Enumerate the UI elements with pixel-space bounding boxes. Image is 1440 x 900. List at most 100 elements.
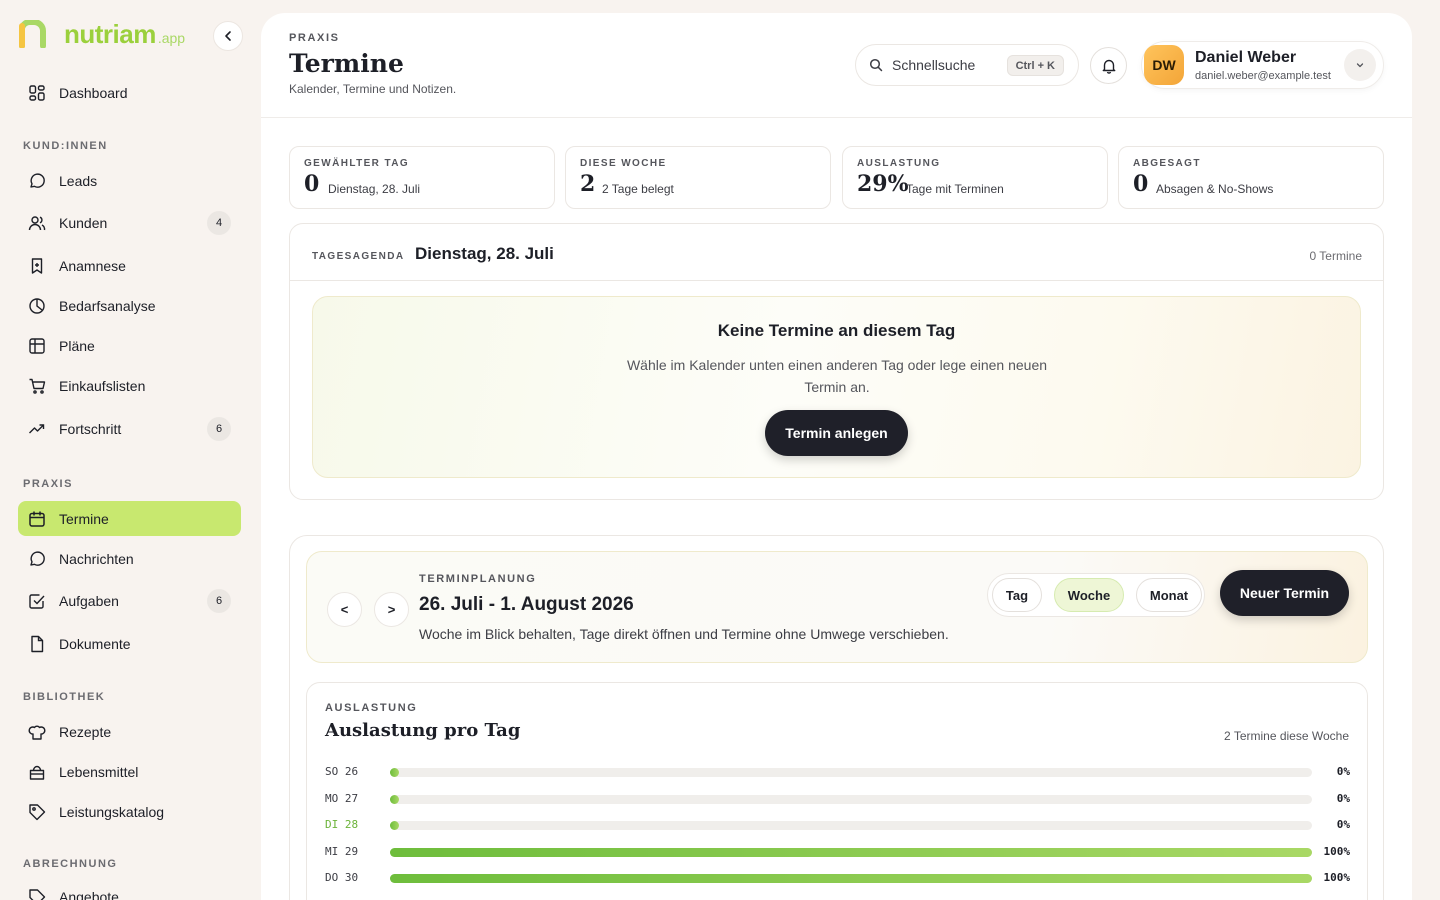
sidebar-item-leads[interactable]: Leads — [18, 163, 241, 198]
kpi-description: 2 Tage belegt — [602, 182, 674, 196]
chevron-down-icon — [1356, 63, 1364, 68]
kpi-card-cancelled: ABGESAGT 0 Absagen & No-Shows — [1118, 146, 1384, 209]
section-heading: PRAXIS — [23, 478, 73, 490]
page-subtitle: Kalender, Termine und Notizen. — [289, 82, 457, 96]
shortcut-hint: Ctrl + K — [1006, 55, 1064, 76]
sidebar-item-nachrichten[interactable]: Nachrichten — [18, 541, 241, 576]
utilization-meta: 2 Termine diese Woche — [1224, 729, 1349, 743]
user-email: daniel.weber@example.test — [1195, 70, 1331, 82]
kpi-label: GEWÄHLTER TAG — [304, 158, 410, 169]
sidebar-item-aufgaben[interactable]: Aufgaben 6 — [18, 583, 241, 618]
sidebar-item-bedarfsanalyse[interactable]: Bedarfsanalyse — [18, 288, 241, 323]
clock-icon — [28, 297, 46, 315]
prev-week-button[interactable]: < — [327, 592, 362, 627]
new-appointment-button[interactable]: Neuer Termin — [1220, 570, 1349, 616]
utilization-track — [390, 821, 1312, 831]
sidebar-item-label: Lebensmittel — [59, 763, 139, 780]
kpi-label: DIESE WOCHE — [580, 158, 667, 169]
utilization-percent: 0% — [1336, 818, 1350, 832]
page-header: PRAXIS Termine Kalender, Termine und Not… — [261, 13, 1412, 118]
kpi-description: Absagen & No-Shows — [1156, 182, 1274, 196]
sidebar-item-plaene[interactable]: Pläne — [18, 328, 241, 363]
agenda-date: Dienstag, 28. Juli — [415, 244, 554, 263]
logo-icon — [19, 20, 46, 48]
agenda-header: TAGESAGENDA Dienstag, 28. Juli 0 Termine — [290, 224, 1383, 281]
page-eyebrow: PRAXIS — [289, 32, 340, 44]
user-name: Daniel Weber — [1195, 49, 1297, 66]
sidebar-item-label: Anamnese — [59, 257, 126, 274]
sidebar-item-label: Dokumente — [59, 635, 131, 652]
chef-hat-icon — [28, 723, 46, 741]
grid-icon — [28, 84, 46, 102]
sidebar-item-label: Fortschritt — [59, 420, 122, 437]
sidebar-item-label: Pläne — [59, 337, 95, 354]
empty-state: Keine Termine an diesem Tag Wähle im Kal… — [312, 296, 1361, 478]
utilization-fill — [390, 794, 399, 804]
kpi-value: 2 — [580, 171, 596, 197]
brand-logo[interactable]: nutriam .app — [18, 20, 185, 48]
sidebar-item-angebote[interactable]: Angebote — [18, 879, 241, 900]
sidebar-item-einkaufslisten[interactable]: Einkaufslisten — [18, 368, 241, 403]
utilization-row[interactable]: DO 30 100% — [325, 871, 1350, 885]
create-appointment-button[interactable]: Termin anlegen — [765, 410, 908, 456]
avatar: DW — [1144, 45, 1184, 85]
check-square-icon — [28, 592, 46, 610]
utilization-fill — [390, 847, 1312, 857]
user-menu-toggle[interactable] — [1344, 49, 1376, 81]
calendar-icon — [28, 510, 46, 528]
sidebar-item-fortschritt[interactable]: Fortschritt 6 — [18, 411, 241, 446]
view-day-button[interactable]: Tag — [992, 578, 1042, 612]
utilization-fill — [390, 821, 399, 831]
file-icon — [28, 635, 46, 653]
view-month-button[interactable]: Monat — [1136, 578, 1202, 612]
utilization-percent: 100% — [1323, 871, 1351, 885]
sidebar: nutriam .app Dashboard KUND:INNEN Leads … — [0, 0, 260, 900]
utilization-card: AUSLASTUNG Auslastung pro Tag 2 Termine … — [306, 682, 1368, 900]
chat-icon — [28, 172, 46, 190]
collapse-sidebar-button[interactable] — [213, 21, 243, 51]
planning-description: Woche im Blick behalten, Tage direkt öff… — [419, 626, 949, 642]
sidebar-item-kunden[interactable]: Kunden 4 — [18, 205, 241, 240]
utilization-track — [390, 768, 1312, 777]
utilization-fill — [390, 768, 399, 777]
utilization-day-label: SO 26 — [325, 765, 359, 778]
utilization-row[interactable]: SO 26 0% — [325, 765, 1350, 779]
kpi-value: 0 — [304, 171, 320, 197]
utilization-track — [390, 847, 1312, 857]
sidebar-item-label: Termine — [59, 510, 109, 527]
next-week-button[interactable]: > — [374, 592, 409, 627]
main-panel: PRAXIS Termine Kalender, Termine und Not… — [261, 13, 1412, 900]
kpi-card-selected-day: GEWÄHLTER TAG 0 Dienstag, 28. Juli — [289, 146, 555, 209]
sidebar-item-dashboard[interactable]: Dashboard — [18, 75, 241, 110]
sidebar-item-anamnese[interactable]: Anamnese — [18, 248, 241, 283]
section-heading: KUND:INNEN — [23, 140, 108, 152]
agenda-count: 0 Termine — [1309, 249, 1362, 263]
basket-icon — [28, 763, 46, 781]
sidebar-item-rezepte[interactable]: Rezepte — [18, 714, 241, 749]
utilization-row[interactable]: MI 29 100% — [325, 845, 1350, 859]
sidebar-item-label: Dashboard — [59, 84, 128, 101]
brand-name: nutriam — [64, 19, 156, 49]
sidebar-item-leistungskatalog[interactable]: Leistungskatalog — [18, 794, 241, 829]
utilization-percent: 0% — [1336, 791, 1350, 805]
sidebar-item-lebensmittel[interactable]: Lebensmittel — [18, 754, 241, 789]
kpi-description: Dienstag, 28. Juli — [328, 182, 421, 196]
utilization-percent: 0% — [1336, 765, 1350, 778]
utilization-row[interactable]: MO 27 0% — [325, 792, 1350, 806]
section-heading: ABRECHNUNG — [23, 858, 118, 870]
notifications-button[interactable] — [1090, 47, 1127, 84]
trend-icon — [28, 420, 46, 438]
utilization-track — [390, 874, 1312, 884]
sidebar-item-termine[interactable]: Termine — [18, 501, 241, 536]
tag-icon — [28, 803, 46, 821]
brand-suffix: .app — [157, 30, 186, 46]
kpi-description: Tage mit Terminen — [906, 182, 1004, 196]
search-input[interactable]: Schnellsuche Ctrl + K — [855, 44, 1079, 86]
day-agenda: TAGESAGENDA Dienstag, 28. Juli 0 Termine… — [289, 223, 1384, 500]
view-week-button[interactable]: Woche — [1054, 578, 1124, 612]
utilization-row[interactable]: DI 28 0% — [325, 818, 1350, 832]
sidebar-item-dokumente[interactable]: Dokumente — [18, 626, 241, 661]
utilization-day-label: MI 29 — [325, 844, 359, 858]
kpi-value: 0 — [1133, 171, 1149, 197]
user-menu[interactable]: DW Daniel Weber daniel.weber@example.tes… — [1141, 41, 1384, 89]
